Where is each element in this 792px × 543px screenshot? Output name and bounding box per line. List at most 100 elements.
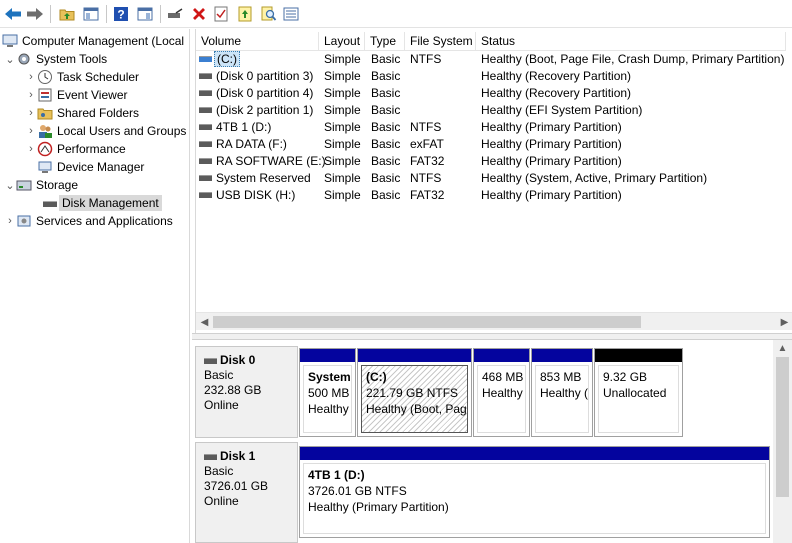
disk-0-info[interactable]: Disk 0 Basic 232.88 GB Online [195,346,298,438]
partition-d[interactable]: 4TB 1 (D:) 3726.01 GB NTFS Healthy (Prim… [299,446,770,538]
back-arrow-icon[interactable] [2,3,24,25]
chevron-down-icon[interactable]: ⌄ [4,176,16,194]
horizontal-scrollbar[interactable]: ◀ ▶ [196,312,792,330]
disk-state: Online [204,494,239,508]
tree-item-event-viewer[interactable]: › Event Viewer [25,86,127,104]
tree-item-shared-folders[interactable]: › Shared Folders [25,104,139,122]
tree-label: System Tools [36,52,108,66]
search-icon[interactable] [258,3,280,25]
layout-cell: Simple [324,137,361,151]
disk-management-icon [42,195,58,211]
table-row[interactable]: (Disk 0 partition 4) Simple Basic Health… [196,85,786,102]
partition-size: 468 MB [482,370,524,384]
status-cell: Healthy (EFI System Partition) [481,103,643,117]
chevron-right-icon[interactable]: › [4,212,16,230]
column-header-file-system[interactable]: File System [405,32,476,51]
chevron-right-icon[interactable]: › [25,68,37,86]
partition-recovery-1[interactable]: 468 MB Healthy [473,348,530,437]
scroll-thumb[interactable] [776,357,789,497]
pane-splitter[interactable] [192,333,792,340]
table-row[interactable]: USB DISK (H:) Simple Basic FAT32 Healthy… [196,187,786,204]
partition-status: Healthy (Boot, Pag [366,402,467,416]
delete-icon[interactable] [188,3,210,25]
column-header-layout[interactable]: Layout [319,32,365,51]
type-cell: Basic [371,86,401,100]
disk-1-info[interactable]: Disk 1 Basic 3726.01 GB Online [195,442,298,543]
type-cell: Basic [371,154,401,168]
table-row[interactable]: (Disk 2 partition 1) Simple Basic Health… [196,102,786,119]
partition-size: 221.79 GB NTFS [366,386,459,400]
tree-item-system-tools[interactable]: ⌄ System Tools [4,50,107,68]
partition-size: 853 MB [540,370,582,384]
tree-item-storage[interactable]: ⌄ Storage [4,176,78,194]
event-viewer-icon [37,87,53,103]
column-header-status[interactable]: Status [476,32,786,51]
table-row[interactable]: (Disk 0 partition 3) Simple Basic Health… [196,68,786,85]
tree-label: Event Viewer [57,88,128,102]
partition-status: Healthy (Primary Partition) [308,500,449,514]
partition-status: Healthy ( [540,386,589,400]
column-header-type[interactable]: Type [365,32,405,51]
tree-item-performance[interactable]: › Performance [25,140,126,158]
export-icon[interactable] [234,3,256,25]
table-row[interactable]: 4TB 1 (D:) Simple Basic NTFS Healthy (Pr… [196,119,786,136]
list-view-icon[interactable] [280,3,302,25]
partition-c[interactable]: (C:) 221.79 GB NTFS Healthy (Boot, Pag [357,348,472,437]
tree-label: Shared Folders [57,106,140,120]
type-cell: Basic [371,120,401,134]
chevron-down-icon[interactable]: ⌄ [4,50,16,68]
status-cell: Healthy (System, Active, Primary Partiti… [481,171,708,185]
toolbar: ? [0,0,792,28]
scroll-right-icon[interactable]: ▶ [776,313,792,331]
services-icon [16,213,32,229]
scroll-up-icon[interactable]: ▲ [773,340,792,357]
status-cell: Healthy (Primary Partition) [481,120,622,134]
partition-system-reserved[interactable]: System 500 MB Healthy [299,348,356,437]
volume-icon [199,73,212,79]
volume-name: (C:) [214,51,240,67]
disk-size: 3726.01 GB [204,479,269,493]
help-icon[interactable]: ? [110,3,132,25]
tree-item-device-manager[interactable]: Device Manager [37,158,144,176]
partition-unallocated[interactable]: 9.32 GB Unallocated [594,348,683,437]
volume-icon [199,158,212,164]
status-cell: Healthy (Primary Partition) [481,188,622,202]
chevron-right-icon[interactable]: › [25,122,37,140]
up-folder-icon[interactable] [56,3,78,25]
disk-kind: Basic [204,368,234,382]
console-tree-icon[interactable] [80,3,102,25]
shared-folder-icon [37,105,53,121]
connect-drive-icon[interactable] [164,3,186,25]
tree-item-disk-management[interactable]: Disk Management [42,194,162,212]
volume-icon [199,124,212,130]
scroll-left-icon[interactable]: ◀ [196,313,213,331]
performance-icon [37,141,53,157]
tree-item-services[interactable]: › Services and Applications [4,212,173,230]
chevron-right-icon[interactable]: › [25,104,37,122]
status-cell: Healthy (Recovery Partition) [481,69,632,83]
partition-title: (C:) [366,370,387,384]
properties-icon[interactable] [210,3,232,25]
column-header-volume[interactable]: Volume [196,32,319,51]
type-cell: Basic [371,69,401,83]
tree-item-computer-management[interactable]: Computer Management (Local [2,32,184,50]
scroll-thumb[interactable] [213,316,641,328]
action-pane-icon[interactable] [134,3,156,25]
console-tree: Computer Management (Local ⌄ System Tool… [0,29,190,543]
users-icon [37,123,53,139]
forward-arrow-icon[interactable] [24,3,46,25]
table-row[interactable]: RA DATA (F:) Simple Basic exFAT Healthy … [196,136,786,153]
device-manager-icon [37,159,53,175]
table-row[interactable]: System Reserved Simple Basic NTFS Health… [196,170,786,187]
partition-size: 3726.01 GB NTFS [308,484,407,498]
table-row[interactable]: RA SOFTWARE (E:) Simple Basic FAT32 Heal… [196,153,786,170]
chevron-right-icon[interactable]: › [25,140,37,158]
type-cell: Basic [371,188,401,202]
vertical-scrollbar[interactable]: ▲ [773,340,792,543]
chevron-right-icon[interactable]: › [25,86,37,104]
table-row[interactable]: (C:) Simple Basic NTFS Healthy (Boot, Pa… [196,51,786,68]
status-cell: Healthy (Primary Partition) [481,137,622,151]
tree-item-local-users[interactable]: › Local Users and Groups [25,122,186,140]
partition-recovery-2[interactable]: 853 MB Healthy ( [531,348,593,437]
tree-item-task-scheduler[interactable]: › Task Scheduler [25,68,139,86]
